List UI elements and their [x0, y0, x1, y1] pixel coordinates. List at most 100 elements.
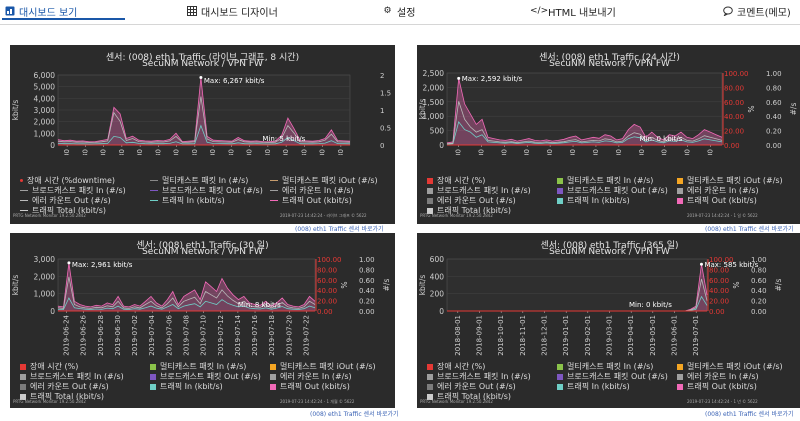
x-tick-label: 12:00 — [246, 149, 254, 155]
max-label: Max: 2,961 kbit/s — [72, 261, 133, 269]
x-tick-label: 2018-12-01 — [541, 315, 549, 356]
legend-swatch — [270, 200, 278, 201]
tab-comments[interactable]: 코멘트(메모) — [722, 0, 791, 22]
legend-item: 트래픽 In (kbit/s) — [557, 381, 630, 392]
tab-dashboard-designer[interactable]: 대시보드 디자이너 — [186, 0, 278, 22]
x-tick-label: 20:00 — [500, 149, 508, 155]
y3-tick-label: 0.60 — [359, 277, 375, 285]
x-tick-label: 10:00 — [173, 149, 181, 155]
legend-swatch — [677, 383, 683, 390]
x-tick-label: 09:00 — [136, 149, 144, 155]
x-tick-label: 2019-07-04 — [148, 314, 156, 355]
legend-swatch — [270, 190, 278, 191]
y3-tick-label: 1.00 — [766, 70, 782, 78]
x-tick-label: 2019-07-06 — [165, 314, 173, 355]
x-tick-label: 2019-07-22 — [302, 315, 310, 356]
legend-swatch — [20, 190, 28, 191]
y2-tick-label: 60.00 — [709, 277, 729, 285]
panel-timestamp: 2019-07-23 14:42:24 - 1 년 © 5622 — [687, 399, 758, 404]
graph-panel-30d[interactable]: 3,000 2,000 1,000 0 kbit/s 100.00 80.00 60.00 40… — [10, 233, 395, 408]
panel-footer: PRTG Network Monitor 19.2.50.2842 — [420, 213, 493, 218]
x-tick-label: 2019-03-01 — [606, 315, 614, 356]
legend-item: 트래픽 In (kbit/s) — [557, 195, 630, 206]
y3-tick-label: 0.20 — [751, 298, 767, 306]
y-tick-label: 2,000 — [423, 83, 445, 92]
max-label: Max: 585 kbit/s — [704, 261, 758, 269]
x-tick-label: 2019-06-24 — [63, 314, 71, 355]
y2-tick-label: 60.00 — [317, 277, 337, 285]
legend-swatch — [557, 177, 563, 184]
y3-axis-label: #/s — [382, 279, 391, 292]
x-tick-label: 07:30 — [81, 149, 89, 155]
legend-item: 트래픽 Out (kbit/s) — [677, 381, 757, 392]
y2-tick-label: 2 — [380, 72, 384, 80]
y2-tick-label: 0 — [380, 142, 384, 150]
panel-timestamp: 2019-07-23 14:42:24 - 1 일 © 5622 — [687, 213, 758, 218]
y3-tick-label: 0.40 — [359, 287, 375, 295]
y2-tick-label: 80.00 — [724, 84, 744, 92]
legend-item: 트래픽 Out (kbit/s) — [270, 381, 350, 392]
min-label: Min: 0 kbit/s — [629, 301, 672, 309]
legend-swatch — [557, 383, 563, 390]
x-tick-label: 18:00 — [477, 149, 485, 155]
legend-swatch — [677, 373, 683, 380]
legend-label: 트래픽 Out (kbit/s) — [687, 382, 757, 391]
legend-item: 트래픽 In (kbit/s) — [150, 195, 225, 206]
x-tick-label: 00:00 — [546, 149, 554, 155]
x-tick-label: 2019-06-01 — [671, 315, 679, 356]
x-tick-label: 2019-06-30 — [114, 315, 122, 356]
panel-subtitle: SecuNM Network / VPN FW — [549, 247, 670, 257]
max-marker — [457, 76, 461, 80]
legend-swatch — [270, 363, 276, 370]
max-marker — [67, 261, 71, 265]
x-tick-label: 2019-07-20 — [285, 315, 293, 356]
y2-tick-label: 1.5 — [380, 90, 391, 98]
y2-tick-label: 100.00 — [724, 70, 749, 78]
sensor-link[interactable]: (008) eth1 Traffic 센서 바로가기 — [310, 409, 399, 418]
y2-tick-label: 40.00 — [317, 287, 337, 295]
y2-tick-label: 40.00 — [709, 287, 729, 295]
y-tick-label: 2,000 — [34, 272, 56, 281]
tab-bar: 대시보드 보기 대시보드 디자이너 ⚙ 설정 </> HTML 내보내기 코멘트… — [0, 0, 800, 25]
x-tick-label: 22:00 — [523, 149, 531, 155]
legend-swatch — [20, 363, 26, 370]
y2-tick-label: 40.00 — [724, 113, 744, 121]
x-tick-label: 12:30 — [264, 149, 272, 155]
x-tick-label: 14:00 — [707, 149, 715, 155]
sensor-link[interactable]: (008) eth1 Traffic 센서 바로가기 — [705, 224, 794, 233]
x-tick-label: 2019-06-26 — [80, 314, 88, 355]
y3-tick-label: 0.80 — [359, 266, 375, 274]
legend-swatch — [677, 363, 683, 370]
legend-swatch — [270, 383, 276, 390]
y-axis-label: kbit/s — [418, 99, 427, 120]
legend-swatch — [20, 200, 28, 201]
y-axis-label: kbit/s — [11, 275, 20, 296]
y2-tick-label: 1 — [380, 107, 384, 115]
legend-swatch — [150, 363, 156, 370]
dashboard-icon — [4, 6, 15, 17]
y-tick-label: 4,000 — [34, 94, 56, 103]
panel-subtitle: SecuNM Network / VPN FW — [142, 59, 263, 69]
legend-swatch — [20, 373, 26, 380]
x-tick-label: 2019-07-18 — [268, 315, 276, 356]
panel-timestamp: 2019-07-23 14:42:24 - 라이브 그래프 © 5622 — [280, 213, 367, 218]
x-tick-label: 06:00 — [615, 149, 623, 155]
y-tick-label: 3,000 — [34, 106, 56, 115]
graph-panel-24h[interactable]: 2,500 2,000 1,500 1,000 500 0 kbit/s 100.00 80.0… — [417, 45, 800, 224]
code-icon: </> — [530, 5, 549, 16]
legend-label: 트래픽 Out (kbit/s) — [687, 196, 757, 205]
x-tick-label: 2019-07-01 — [692, 315, 700, 356]
speech-bubble-icon — [722, 6, 733, 17]
tab-settings[interactable]: ⚙ 설정 — [382, 0, 415, 22]
tab-html-export[interactable]: </> HTML 내보내기 — [530, 0, 616, 22]
sensor-link[interactable]: (008) eth1 Traffic 센서 바로가기 — [295, 224, 384, 233]
graph-panel-365d[interactable]: 600 400 200 0 kbit/s 100.00 80.00 60.00 40.00 20.… — [417, 233, 800, 408]
x-tick-label: 2019-01-01 — [562, 315, 570, 356]
graph-panel-live[interactable]: 6,000 5,000 4,000 3,000 2,000 1,000 0 kbit/s 2 1.… — [10, 45, 395, 224]
x-tick-label: 2019-07-12 — [217, 315, 225, 356]
sensor-link[interactable]: (008) eth1 Traffic 센서 바로가기 — [705, 409, 794, 418]
legend-label: 트래픽 In (kbit/s) — [160, 382, 223, 391]
y2-tick-label: 20.00 — [724, 128, 744, 136]
legend-item: 트래픽 In (kbit/s) — [150, 381, 223, 392]
legend-swatch — [557, 363, 563, 370]
